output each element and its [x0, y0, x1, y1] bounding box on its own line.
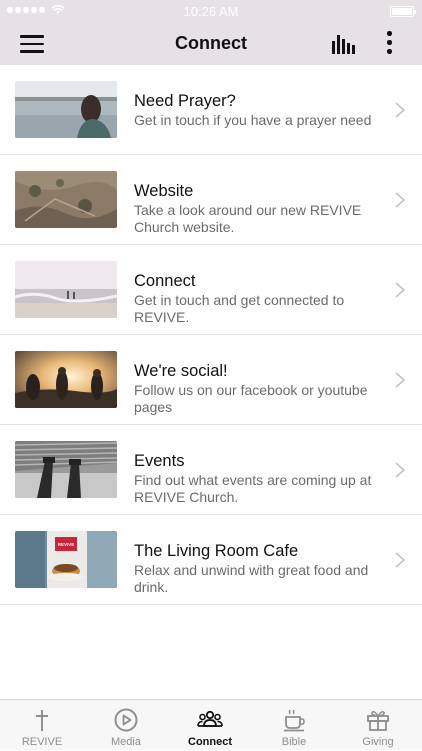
- page-title: Connect: [175, 33, 247, 53]
- bottom-tab-bar: REVIVE Media Connect Bible Giving: [0, 699, 422, 750]
- beach-waves-photo: [15, 261, 117, 318]
- list-item-website[interactable]: Website Take a look around our new REVIV…: [0, 155, 422, 245]
- more-vertical-icon[interactable]: [383, 31, 395, 55]
- cafe-food-photo: REVIVE: [15, 531, 117, 588]
- item-description: Relax and unwind with great food and dri…: [134, 562, 369, 595]
- audio-bars-icon[interactable]: [332, 32, 358, 54]
- item-description: Follow us on our facebook or youtube pag…: [134, 382, 368, 415]
- tab-label: REVIVE: [21, 736, 63, 748]
- chevron-right-icon: [395, 462, 406, 478]
- person-by-lake-photo: [15, 81, 117, 138]
- tab-bible[interactable]: Bible: [252, 700, 336, 751]
- chevron-right-icon: [395, 102, 406, 118]
- chevron-right-icon: [395, 372, 406, 388]
- gift-icon: [367, 711, 389, 731]
- connect-list: Need Prayer? Get in touch if you have a …: [0, 65, 422, 605]
- tab-label: Giving: [362, 736, 394, 748]
- feet-on-rooftop-photo: [15, 441, 117, 498]
- status-time: 10:26 AM: [183, 4, 239, 19]
- list-item-events[interactable]: Events Find out what events are coming u…: [0, 425, 422, 515]
- friends-at-sunset-photo: [15, 351, 117, 408]
- top-navigation-bar: Connect: [0, 22, 422, 65]
- tab-label: Connect: [188, 736, 232, 748]
- item-title: Website: [134, 182, 194, 200]
- chevron-right-icon: [395, 552, 406, 568]
- item-description: Find out what events are coming up at RE…: [134, 472, 372, 505]
- item-description: Take a look around our new REVIVE Church…: [134, 202, 362, 235]
- coffee-cup-icon: [284, 709, 305, 732]
- chevron-right-icon: [395, 192, 406, 208]
- tab-revive[interactable]: REVIVE: [0, 700, 84, 751]
- tab-giving[interactable]: Giving: [336, 700, 420, 751]
- item-title: We're social!: [134, 362, 228, 380]
- tab-connect[interactable]: Connect: [168, 700, 252, 751]
- item-description: Get in touch and get connected to REVIVE…: [134, 292, 345, 325]
- battery-icon: [390, 6, 416, 17]
- cafe-photo-logo: REVIVE: [58, 542, 75, 547]
- list-item-social[interactable]: We're social! Follow us on our facebook …: [0, 335, 422, 425]
- item-title: Need Prayer?: [134, 92, 236, 110]
- chevron-right-icon: [395, 282, 406, 298]
- item-title: The Living Room Cafe: [134, 542, 299, 560]
- list-item-living-room-cafe[interactable]: REVIVE The Living Room Cafe Relax and un…: [0, 515, 422, 605]
- list-item-need-prayer[interactable]: Need Prayer? Get in touch if you have a …: [0, 65, 422, 155]
- tab-label: Bible: [281, 736, 307, 748]
- tab-media[interactable]: Media: [84, 700, 168, 751]
- status-bar: 10:26 AM: [0, 0, 422, 22]
- tab-label: Media: [111, 736, 141, 748]
- item-description: Get in touch if you have a prayer need: [134, 112, 372, 128]
- cross-icon: [36, 710, 48, 731]
- play-circle-icon: [114, 708, 138, 732]
- item-title: Events: [134, 452, 185, 470]
- item-title: Connect: [134, 272, 196, 290]
- people-group-icon: [197, 710, 223, 727]
- aerial-landscape-photo: [15, 171, 117, 228]
- list-item-connect[interactable]: Connect Get in touch and get connected t…: [0, 245, 422, 335]
